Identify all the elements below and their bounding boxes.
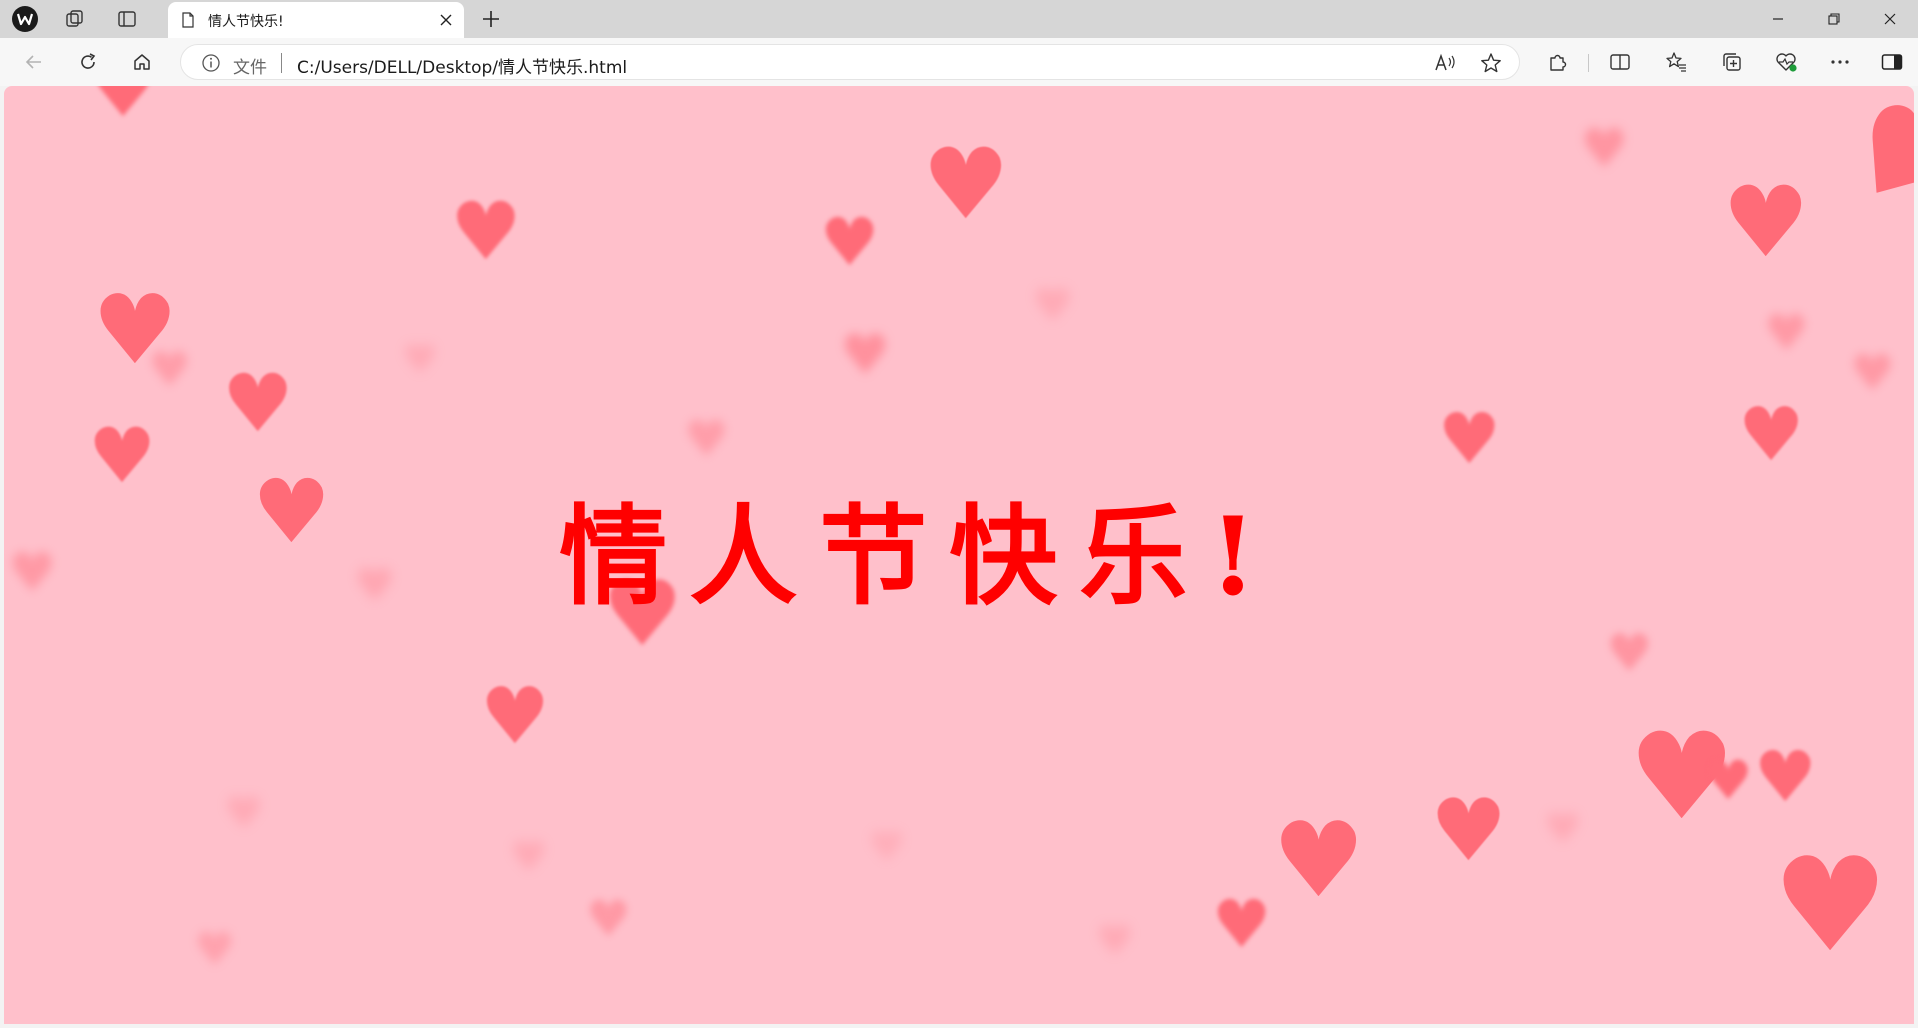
heart-icon: ♥ [1212,886,1272,963]
heart-icon: ♥ [1772,829,1889,981]
active-tab[interactable]: 情人节快乐! [168,2,464,38]
favorites-icon[interactable] [1658,44,1694,80]
heart-icon: ♥ [89,86,158,134]
browser-toolbar: 文件 C:/Users/DELL/Desktop/情人节快乐.html [0,38,1918,86]
page-title: 情人节快乐! [559,494,1279,620]
heart-icon: ♥ [922,128,1010,242]
address-scheme-label: 文件 [233,58,267,78]
address-bar[interactable]: 文件 C:/Users/DELL/Desktop/情人节快乐.html [180,44,1520,80]
heart-icon: ♥ [1722,166,1810,280]
heart-icon: ♥ [1580,117,1629,180]
page-viewport: ♥ ♥ ♥ ♥ ♥ ♥ ♥ ♥ ♥ ♥ ♥ ♥ ♥ ♥ ♥ ♥ ♥ ♥ ♥ ♥ … [4,86,1914,1024]
heart-icon: ♥ [148,342,192,398]
toolbar-divider [1588,54,1589,72]
sidebar-icon[interactable] [1874,44,1910,80]
favorite-star-icon[interactable] [1477,49,1505,77]
heart-icon: ♥ [1764,304,1809,362]
back-icon[interactable] [16,44,52,80]
heart-icon: ♥ [586,890,631,948]
heart-icon: ♥ [224,788,264,839]
heart-icon: ♥ [402,337,438,383]
address-url[interactable]: C:/Users/DELL/Desktop/情人节快乐.html [297,53,627,78]
heart-icon: ♥ [222,357,294,450]
heart-icon: ♥ [1606,624,1653,684]
browser-profile-icon[interactable] [8,3,42,35]
restore-icon[interactable] [1806,0,1862,38]
address-separator [281,53,282,73]
heart-icon: ♥ [820,204,880,281]
heart-icon: ♥ [1754,736,1817,818]
heart-icon: ♥ [1032,278,1074,332]
heart-icon: ♥ [1438,398,1501,480]
heart-icon: ♥ [510,832,548,881]
heart-icon: ♥ [480,672,550,762]
heart-icon: ♥ [1850,344,1895,402]
refresh-icon[interactable] [70,44,106,80]
heart-icon: ♥ [1272,799,1366,921]
close-window-icon[interactable] [1862,0,1918,38]
extensions-icon[interactable] [1540,44,1576,80]
tab-title: 情人节快乐! [208,14,284,30]
minimize-icon[interactable] [1750,0,1806,38]
heart-icon: ♥ [1816,86,1914,248]
heart-icon: ♥ [868,822,906,871]
split-screen-icon[interactable] [1602,44,1638,80]
heart-icon: ♥ [450,185,522,278]
more-icon[interactable] [1822,44,1858,80]
heart-icon: ♥ [1430,781,1508,881]
page-icon [180,12,196,28]
heart-icon: ♥ [1704,749,1753,812]
browser-essentials-icon[interactable] [1768,44,1804,80]
heart-icon: ♥ [1738,392,1805,478]
heart-icon: ♥ [840,323,891,388]
tab-actions-icon[interactable] [110,3,144,35]
tab-strip: 情人节快乐! [0,0,1918,38]
workspaces-icon[interactable] [58,3,92,35]
heart-icon: ♥ [1544,804,1582,853]
info-icon[interactable] [201,53,221,73]
close-icon[interactable] [436,10,456,30]
new-tab-icon[interactable] [474,3,508,35]
heart-icon: ♥ [684,410,729,468]
heart-icon: ♥ [194,922,236,976]
home-icon[interactable] [124,44,160,80]
read-aloud-icon[interactable] [1431,49,1459,77]
heart-icon: ♥ [1096,916,1134,965]
collections-icon[interactable] [1714,44,1750,80]
